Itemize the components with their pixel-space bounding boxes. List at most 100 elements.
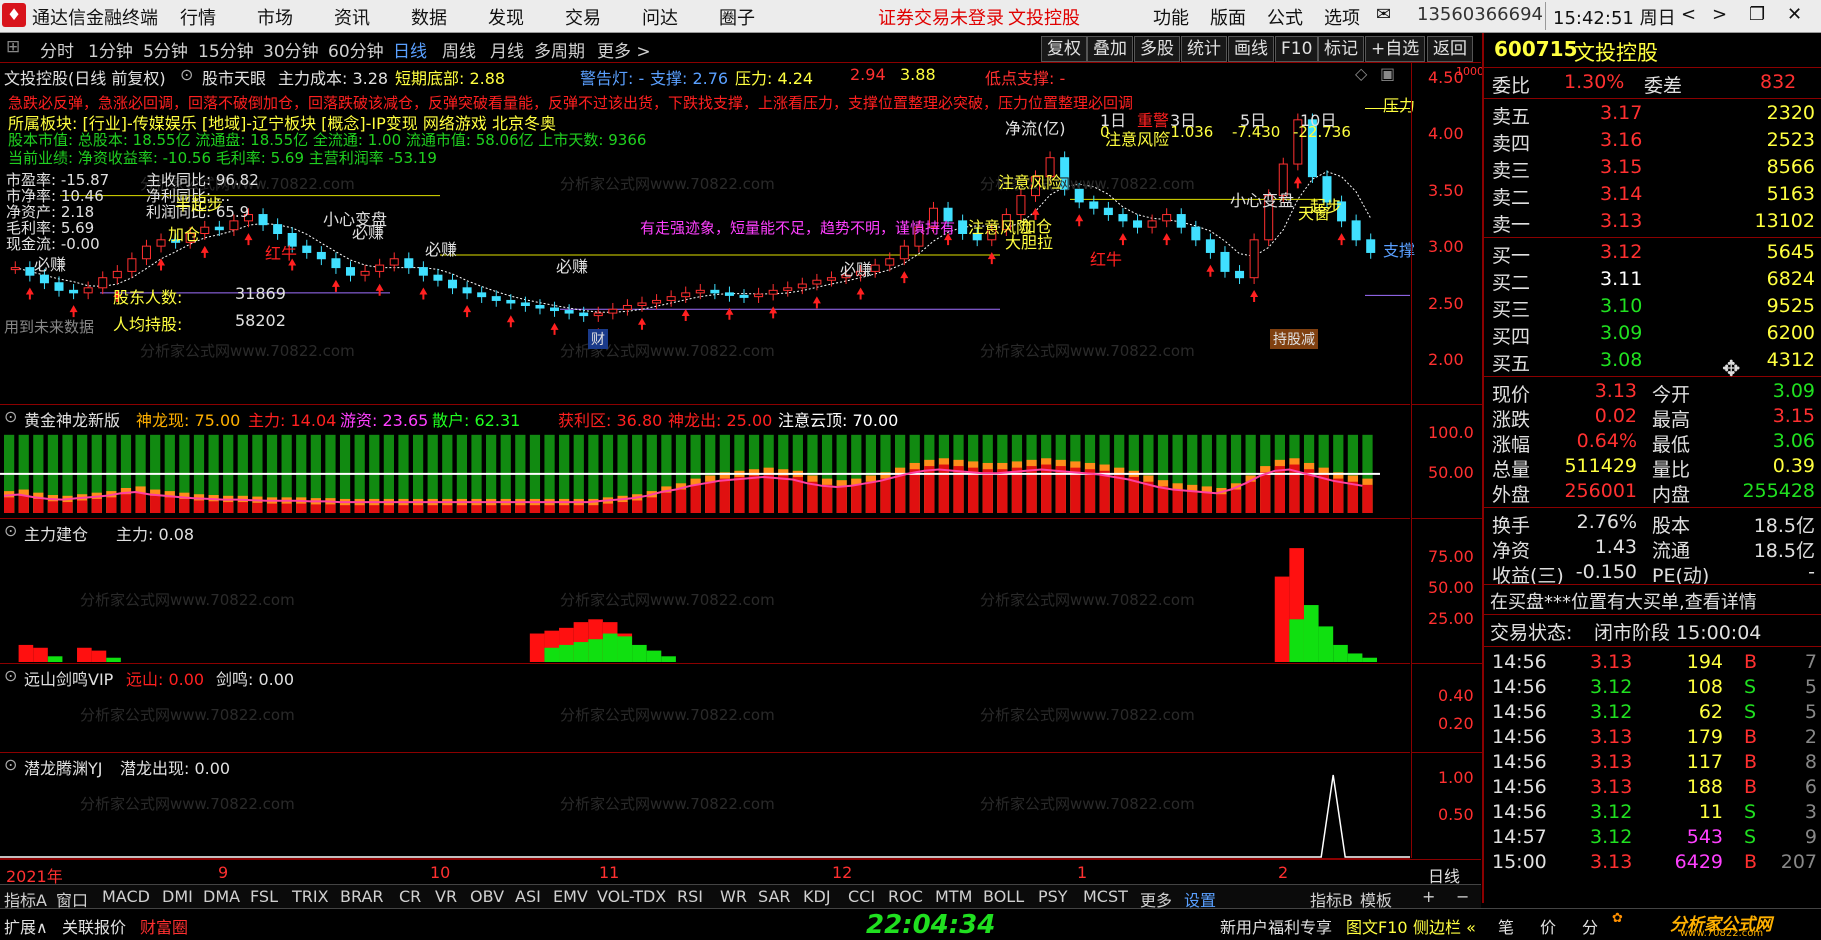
indicator-name[interactable]: 黄金神龙新版 (24, 407, 120, 431)
qianlong-pane[interactable]: 分析家公式网www.70822.com 分析家公式网www.70822.com … (0, 753, 1410, 859)
financial-report-tag[interactable]: 财 (588, 329, 608, 349)
menu-gongneng[interactable]: 功能 (1153, 4, 1189, 30)
forward-nav-icon[interactable]: > (1712, 4, 1727, 25)
wealth-circle-button[interactable]: 财富圈 (140, 914, 188, 938)
tool-biaoji[interactable]: 标记 (1318, 36, 1364, 62)
period-multi[interactable]: 多周期 (534, 37, 585, 62)
diamond-icon[interactable]: ◇ (1355, 64, 1367, 83)
indicator-dropdown-icon[interactable]: ⊙ (4, 755, 17, 774)
menu-xuanxiang[interactable]: 选项 (1324, 4, 1360, 30)
login-status[interactable]: 证券交易未登录 (878, 4, 1004, 30)
menu-shuju[interactable]: 数据 (411, 4, 447, 30)
tab-rsi[interactable]: RSI (677, 887, 703, 906)
expand-button[interactable]: 扩展∧ (4, 914, 48, 938)
tab-cr[interactable]: CR (399, 887, 421, 906)
period-15min[interactable]: 15分钟 (198, 37, 254, 62)
tab-boll[interactable]: BOLL (983, 887, 1024, 906)
candle-body (695, 289, 705, 294)
tab-price[interactable]: 价 (1540, 914, 1556, 938)
tool-diejia[interactable]: 叠加 (1087, 36, 1133, 62)
indicator-name[interactable]: 股市天眼 (202, 65, 266, 89)
red-bar (529, 633, 545, 662)
tab-macd[interactable]: MACD (102, 887, 150, 906)
tab-brar[interactable]: BRAR (340, 887, 384, 906)
tab-emv[interactable]: EMV (553, 887, 588, 906)
tool-f10[interactable]: F10 (1275, 36, 1319, 62)
indicator-name[interactable]: 主力建仓 (24, 521, 88, 545)
indicator-name[interactable]: 远山剑鸣VIP (24, 666, 113, 690)
tab-dma[interactable]: DMA (203, 887, 240, 906)
menu-banmian[interactable]: 版面 (1210, 4, 1246, 30)
tool-tongji[interactable]: 统计 (1181, 36, 1227, 62)
tab-trix[interactable]: TRIX (292, 887, 329, 906)
f10-link[interactable]: 图文F10 (1346, 914, 1408, 938)
tab-fsl[interactable]: FSL (250, 887, 278, 906)
restore-window-icon[interactable]: ❐ (1749, 4, 1765, 25)
period-monthly[interactable]: 月线 (490, 37, 524, 62)
panel-toggle-icon[interactable]: ⊞ (6, 37, 20, 57)
tab-sar[interactable]: SAR (758, 887, 791, 906)
indicator-name[interactable]: 潜龙腾渊YJ (24, 755, 103, 779)
sidebar-toggle[interactable]: 侧边栏 « (1413, 914, 1476, 938)
tab-wr[interactable]: WR (720, 887, 747, 906)
tool-back[interactable]: 返回 (1427, 36, 1473, 62)
red-bar (1172, 489, 1183, 513)
period-fenshi[interactable]: 分时 (40, 37, 74, 62)
indicator-dropdown-icon[interactable]: ⊙ (4, 407, 17, 426)
tab-ticks[interactable]: 笔 (1498, 914, 1514, 938)
tab-minute[interactable]: 分 (1582, 914, 1598, 938)
user-phone[interactable]: 13560366694 (1417, 4, 1543, 25)
tab-cci[interactable]: CCI (848, 887, 875, 906)
tab-kdj[interactable]: KDJ (803, 887, 831, 906)
remove-pane-button[interactable]: − (1456, 887, 1469, 906)
indicator-dropdown-icon[interactable]: ⊙ (4, 521, 17, 540)
period-1min[interactable]: 1分钟 (88, 37, 133, 62)
candle-body (812, 279, 822, 285)
menu-faxian[interactable]: 发现 (488, 4, 524, 30)
panel-layout-icon[interactable]: ▣ (1380, 64, 1395, 83)
chart-title[interactable]: 文投控股(日线 前复权) (4, 65, 166, 89)
period-30min[interactable]: 30分钟 (263, 37, 319, 62)
period-daily[interactable]: 日线 (393, 37, 427, 62)
period-weekly[interactable]: 周线 (442, 37, 476, 62)
big-order-notice[interactable]: 在买盘***位置有大买单,查看详情 (1484, 588, 1821, 614)
menu-wenda[interactable]: 问达 (642, 4, 678, 30)
related-quotes-button[interactable]: 关联报价 (62, 914, 126, 938)
period-more[interactable]: 更多 > (597, 37, 651, 62)
mail-icon[interactable]: ✉ (1376, 4, 1391, 25)
tab-asi[interactable]: ASI (515, 887, 541, 906)
tab-mtm[interactable]: MTM (935, 887, 972, 906)
tab-dmi[interactable]: DMI (162, 887, 193, 906)
period-60min[interactable]: 60分钟 (328, 37, 384, 62)
yuanshan-pane[interactable]: 分析家公式网www.70822.com 分析家公式网www.70822.com … (0, 664, 1410, 753)
tool-add-watchlist[interactable]: +自选 (1365, 36, 1426, 62)
close-window-icon[interactable]: ✕ (1787, 4, 1802, 25)
indicator-dropdown-icon[interactable]: ⊙ (180, 65, 193, 84)
menu-quanzi[interactable]: 圈子 (719, 4, 755, 30)
tab-vol-tdx[interactable]: VOL-TDX (597, 887, 666, 906)
menu-hangqing[interactable]: 行情 (180, 4, 216, 30)
tool-fuquan[interactable]: 复权 (1041, 36, 1087, 62)
menu-shichang[interactable]: 市场 (257, 4, 293, 30)
jiancang-pane[interactable]: 分析家公式网www.70822.com 分析家公式网www.70822.com … (0, 519, 1410, 664)
tab-vr[interactable]: VR (435, 887, 457, 906)
tab-mcst[interactable]: MCST (1083, 887, 1128, 906)
menu-jiaoyi[interactable]: 交易 (565, 4, 601, 30)
menu-zixun[interactable]: 资讯 (334, 4, 370, 30)
tab-psy[interactable]: PSY (1038, 887, 1068, 906)
menu-gongshi[interactable]: 公式 (1267, 4, 1303, 30)
tab-obv[interactable]: OBV (470, 887, 504, 906)
holding-reduce-tag[interactable]: 持股减 (1270, 329, 1318, 349)
add-pane-button[interactable]: + (1422, 887, 1435, 906)
tab-roc[interactable]: ROC (888, 887, 923, 906)
watermark: 分析家公式网www.70822.com (560, 591, 775, 609)
tool-duogu[interactable]: 多股 (1134, 36, 1180, 62)
new-user-benefits-link[interactable]: 新用户福利专享 (1220, 914, 1332, 938)
y-tick: 0.40 (1438, 686, 1474, 705)
jinlong-pane[interactable]: ⊙ 黄金神龙新版 神龙现: 75.00 主力: 14.04 游资: 23.65 … (0, 405, 1410, 519)
back-nav-icon[interactable]: < (1681, 4, 1696, 25)
tool-huaxian[interactable]: 画线 (1228, 36, 1274, 62)
indicator-dropdown-icon[interactable]: ⊙ (4, 666, 17, 685)
period-5min[interactable]: 5分钟 (143, 37, 188, 62)
main-chart-pane[interactable]: 分析家公式网www.70822.com 分析家公式网www.70822.com … (0, 63, 1415, 405)
